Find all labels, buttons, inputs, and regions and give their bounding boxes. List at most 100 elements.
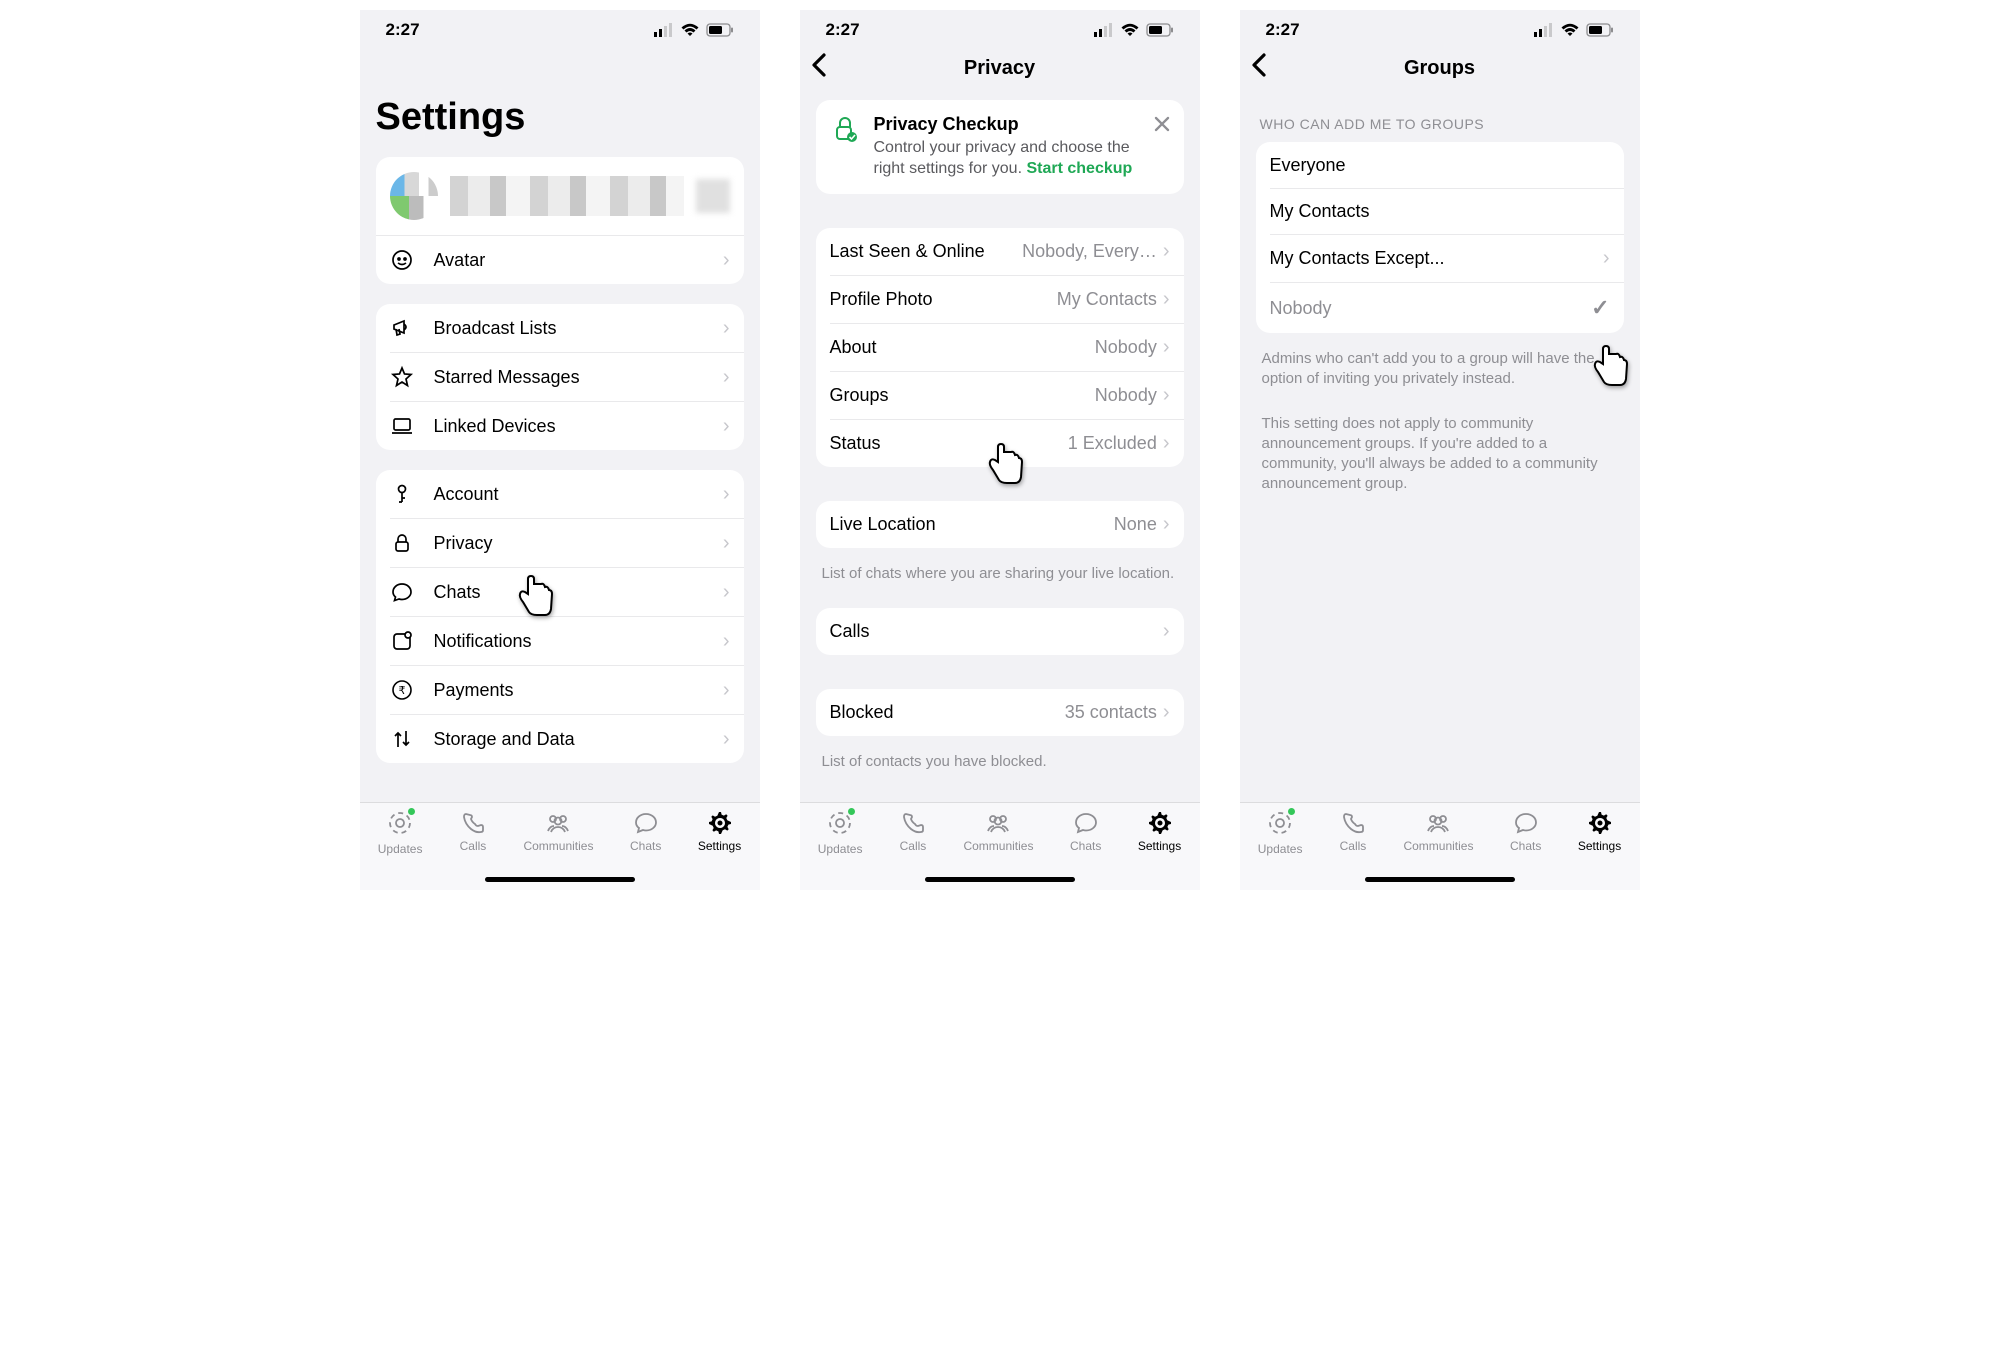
- groups-note-2: This setting does not apply to community…: [1240, 404, 1640, 509]
- qr-icon: [696, 179, 730, 213]
- phone-groups-screen: 2:27 Groups WHO CAN ADD ME TO GROUPS Eve…: [1240, 10, 1640, 890]
- privacy-row-live[interactable]: Live Location None ›: [816, 501, 1184, 548]
- tab-settings[interactable]: Settings: [698, 809, 741, 853]
- tab-label: Calls: [900, 839, 927, 853]
- status-bar: 2:27: [1240, 10, 1640, 46]
- tab-chats[interactable]: Chats: [630, 809, 661, 853]
- tab-label: Chats: [630, 839, 661, 853]
- row-value: 35 contacts: [1065, 702, 1157, 723]
- row-value: Nobody: [1095, 385, 1157, 406]
- back-button[interactable]: [810, 52, 828, 85]
- settings-row-linked[interactable]: Linked Devices ›: [390, 401, 744, 450]
- tab-label: Chats: [1070, 839, 1101, 853]
- row-label: Starred Messages: [434, 367, 723, 388]
- row-label: Nobody: [1270, 298, 1592, 319]
- status-icons: [1094, 23, 1174, 37]
- home-indicator[interactable]: [485, 877, 635, 882]
- tab-calls[interactable]: Calls: [459, 809, 487, 853]
- home-indicator[interactable]: [925, 877, 1075, 882]
- settings-row-privacy[interactable]: Privacy ›: [390, 518, 744, 567]
- status-time: 2:27: [1266, 20, 1300, 40]
- tab-communities[interactable]: Communities: [963, 809, 1033, 853]
- tab-label: Updates: [1258, 842, 1303, 856]
- megaphone-icon: [390, 316, 434, 340]
- chevron-right-icon: ›: [1163, 620, 1170, 643]
- settings-row-starred[interactable]: Starred Messages ›: [390, 352, 744, 401]
- tab-label: Settings: [1578, 839, 1621, 853]
- row-label: Notifications: [434, 631, 723, 652]
- option-nobody[interactable]: Nobody ✓: [1270, 282, 1624, 333]
- privacy-row-about[interactable]: About Nobody ›: [830, 323, 1184, 371]
- privacy-row-calls[interactable]: Calls ›: [816, 608, 1184, 655]
- tab-label: Updates: [378, 842, 423, 856]
- chevron-right-icon: ›: [723, 679, 730, 702]
- tab-communities[interactable]: Communities: [1403, 809, 1473, 853]
- row-label: Groups: [830, 385, 1095, 406]
- home-indicator[interactable]: [1365, 877, 1515, 882]
- tab-updates[interactable]: Updates: [818, 809, 863, 856]
- chevron-right-icon: ›: [1163, 336, 1170, 359]
- section-header: WHO CAN ADD ME TO GROUPS: [1240, 90, 1640, 140]
- settings-row-broadcast[interactable]: Broadcast Lists ›: [376, 304, 744, 352]
- privacy-row-status[interactable]: Status 1 Excluded ›: [830, 419, 1184, 467]
- tab-chats[interactable]: Chats: [1070, 809, 1101, 853]
- tab-label: Calls: [460, 839, 487, 853]
- tab-updates[interactable]: Updates: [378, 809, 423, 856]
- tab-label: Settings: [698, 839, 741, 853]
- blocked-note: List of contacts you have blocked.: [800, 746, 1200, 786]
- option-my-contacts[interactable]: My Contacts: [1270, 188, 1624, 234]
- privacy-row-blocked[interactable]: Blocked 35 contacts ›: [816, 689, 1184, 736]
- tab-settings[interactable]: Settings: [1578, 809, 1621, 853]
- tab-calls[interactable]: Calls: [1339, 809, 1367, 853]
- option-everyone[interactable]: Everyone: [1256, 142, 1624, 188]
- tab-bar: Updates Calls Communities Chats Settings: [360, 802, 760, 890]
- battery-icon: [1146, 23, 1174, 37]
- row-label: Status: [830, 433, 1068, 454]
- tab-settings[interactable]: Settings: [1138, 809, 1181, 853]
- chevron-right-icon: ›: [723, 581, 730, 604]
- phone-privacy-screen: 2:27 Privacy Privacy Checkup Control you…: [800, 10, 1200, 890]
- tab-chats[interactable]: Chats: [1510, 809, 1541, 853]
- live-location-note: List of chats where you are sharing your…: [800, 558, 1200, 598]
- row-label: Everyone: [1270, 155, 1610, 176]
- privacy-checkup-card[interactable]: Privacy Checkup Control your privacy and…: [816, 100, 1184, 194]
- nav-title: Groups: [1404, 57, 1475, 80]
- back-button[interactable]: [1250, 52, 1268, 85]
- settings-row-notifications[interactable]: Notifications ›: [390, 616, 744, 665]
- notification-icon: [390, 629, 434, 653]
- chevron-right-icon: ›: [723, 532, 730, 555]
- privacy-row-photo[interactable]: Profile Photo My Contacts ›: [830, 275, 1184, 323]
- key-icon: [390, 482, 434, 506]
- option-my-contacts-except[interactable]: My Contacts Except... ›: [1270, 234, 1624, 282]
- tab-communities[interactable]: Communities: [523, 809, 593, 853]
- settings-group-2: Account › Privacy › Chats › Notification…: [376, 470, 744, 763]
- rupee-icon: ₹: [390, 678, 434, 702]
- chevron-right-icon: ›: [1163, 288, 1170, 311]
- tab-updates[interactable]: Updates: [1258, 809, 1303, 856]
- profile-row[interactable]: [376, 157, 744, 235]
- profile-name-redacted: [450, 176, 684, 216]
- row-label: Blocked: [830, 702, 1065, 723]
- tab-calls[interactable]: Calls: [899, 809, 927, 853]
- start-checkup-link[interactable]: Start checkup: [1026, 160, 1132, 177]
- row-value: 1 Excluded: [1068, 433, 1157, 454]
- settings-row-avatar[interactable]: Avatar ›: [376, 235, 744, 284]
- close-button[interactable]: [1154, 112, 1170, 138]
- settings-row-account[interactable]: Account ›: [376, 470, 744, 518]
- chevron-right-icon: ›: [1163, 240, 1170, 263]
- settings-row-chats[interactable]: Chats ›: [390, 567, 744, 616]
- privacy-row-groups[interactable]: Groups Nobody ›: [830, 371, 1184, 419]
- row-value: None: [1114, 514, 1157, 535]
- settings-row-payments[interactable]: ₹ Payments ›: [390, 665, 744, 714]
- row-label: Storage and Data: [434, 729, 723, 750]
- privacy-row-lastseen[interactable]: Last Seen & Online Nobody, Every… ›: [816, 228, 1184, 275]
- row-label: Live Location: [830, 514, 1114, 535]
- battery-icon: [706, 23, 734, 37]
- row-label: Calls: [830, 621, 1163, 642]
- settings-row-storage[interactable]: Storage and Data ›: [390, 714, 744, 763]
- privacy-group-visibility: Last Seen & Online Nobody, Every… › Prof…: [816, 228, 1184, 467]
- row-label: Linked Devices: [434, 416, 723, 437]
- groups-options: Everyone My Contacts My Contacts Except.…: [1256, 142, 1624, 333]
- row-label: My Contacts Except...: [1270, 248, 1603, 269]
- chat-bubble-icon: [390, 580, 434, 604]
